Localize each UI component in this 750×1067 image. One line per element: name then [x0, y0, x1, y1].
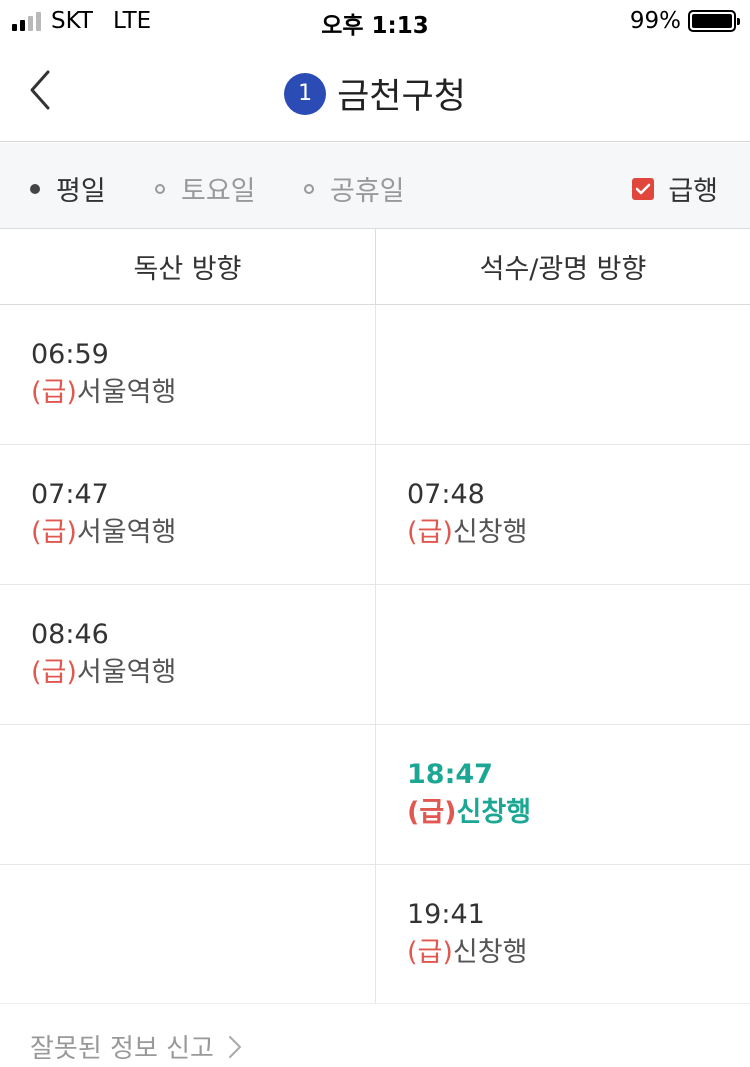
direction-right: 석수/광명 방향 — [375, 229, 750, 304]
battery-icon — [688, 10, 740, 32]
direction-left: 독산 방향 — [133, 254, 242, 285]
destination: (급)서울역행 — [31, 377, 375, 409]
filter-saturday-label: 토요일 — [181, 176, 256, 207]
filter-weekday[interactable]: 평일 — [30, 169, 106, 208]
destination: (급)서울역행 — [31, 517, 375, 549]
filter-weekday-label: 평일 — [56, 176, 106, 207]
express-toggle[interactable]: 급행 — [632, 169, 718, 208]
destination: (급)신창행 — [407, 797, 750, 829]
departure-time: 19:41 — [407, 899, 485, 930]
empty-cell — [375, 585, 750, 724]
express-prefix: (급) — [407, 797, 457, 828]
line-badge: 1 — [284, 72, 327, 115]
battery-percent: 99% — [629, 8, 681, 34]
title-wrap: 1 금천구청 — [0, 68, 750, 119]
nav-header: 1 금천구청 — [0, 40, 750, 142]
departure-time: 07:48 — [407, 479, 485, 510]
status-right: 99% — [629, 8, 740, 34]
table-row: 08:46 (급)서울역행 — [0, 585, 750, 725]
departure-time: 08:46 — [31, 619, 109, 650]
radio-selected-icon — [30, 183, 40, 194]
table-row: 06:59 (급)서울역행 — [0, 305, 750, 445]
departure-cell-highlighted: 18:47 (급)신창행 — [375, 725, 750, 864]
departure-cell: 08:46 (급)서울역행 — [0, 585, 375, 724]
departure-cell: 07:48 (급)신창행 — [375, 445, 750, 584]
table-row: 19:41 (급)신창행 — [0, 865, 750, 1004]
destination-label: 서울역행 — [76, 657, 177, 688]
destination-label: 신창행 — [456, 797, 532, 828]
destination: (급)서울역행 — [31, 657, 375, 689]
express-prefix: (급) — [31, 517, 77, 548]
page-title: 금천구청 — [337, 77, 466, 117]
express-label: 급행 — [668, 176, 718, 207]
destination: (급)신창행 — [407, 937, 750, 969]
empty-cell — [0, 865, 375, 1003]
express-prefix: (급) — [31, 377, 77, 408]
destination-label: 서울역행 — [76, 517, 177, 548]
empty-cell — [0, 725, 375, 864]
destination: (급)신창행 — [407, 517, 750, 549]
table-row: 07:47 (급)서울역행 07:48 (급)신창행 — [0, 445, 750, 585]
filter-holiday-label: 공휴일 — [330, 176, 405, 207]
day-filter-bar: 평일 토요일 공휴일 급행 — [0, 143, 750, 229]
checkbox-checked-icon — [632, 177, 655, 200]
departure-cell: 19:41 (급)신창행 — [375, 865, 750, 1003]
chevron-right-icon — [228, 1035, 241, 1058]
table-row: 18:47 (급)신창행 — [0, 725, 750, 865]
departure-time: 18:47 — [407, 759, 493, 790]
departure-cell: 07:47 (급)서울역행 — [0, 445, 375, 584]
departure-cell: 06:59 (급)서울역행 — [0, 305, 375, 444]
radio-unselected-icon — [155, 183, 165, 194]
empty-cell — [375, 305, 750, 444]
timetable: 06:59 (급)서울역행 07:47 (급)서울역행 07:48 (급)신창행… — [0, 305, 750, 1004]
departure-time: 07:47 — [31, 479, 109, 510]
express-prefix: (급) — [407, 937, 453, 968]
report-link[interactable]: 잘못된 정보 신고 — [30, 1028, 242, 1065]
status-bar: SKT LTE 오후 1:13 99% — [0, 0, 750, 40]
report-label: 잘못된 정보 신고 — [30, 1034, 214, 1064]
departure-time: 06:59 — [31, 339, 109, 370]
filter-holiday[interactable]: 공휴일 — [304, 169, 405, 208]
filter-saturday[interactable]: 토요일 — [155, 169, 256, 208]
express-prefix: (급) — [31, 657, 77, 688]
direction-header: 독산 방향 석수/광명 방향 — [0, 229, 750, 305]
destination-label: 신창행 — [452, 937, 528, 968]
destination-label: 신창행 — [452, 517, 528, 548]
express-prefix: (급) — [407, 517, 453, 548]
destination-label: 서울역행 — [76, 377, 177, 408]
radio-unselected-icon — [304, 183, 314, 194]
